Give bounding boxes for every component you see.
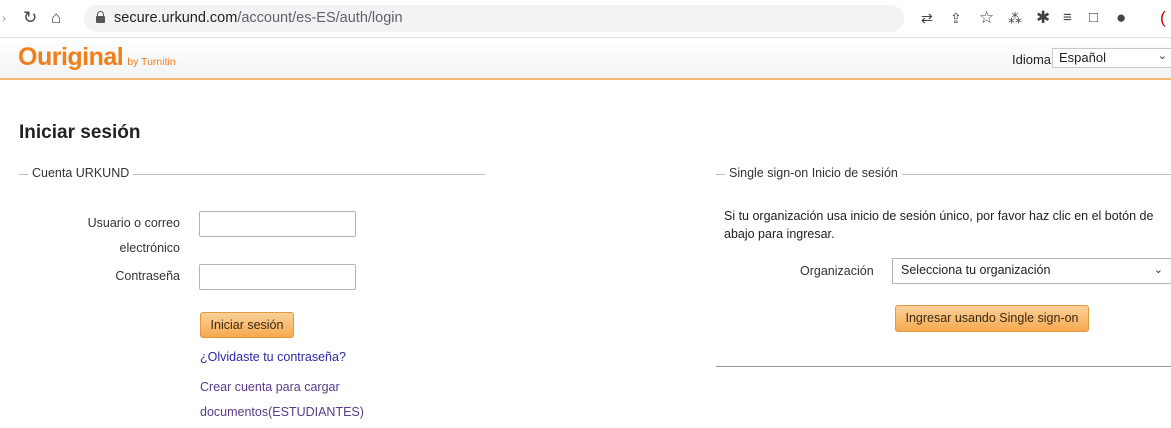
chevron-left-icon[interactable]: › (2, 9, 6, 27)
forgot-password-link[interactable]: ¿Olvidaste tu contraseña? (200, 350, 346, 364)
menu-icon[interactable]: ( (1160, 9, 1166, 27)
language-select[interactable]: Español ⌄ (1052, 48, 1171, 68)
browser-toolbar: › ↻ ⌂ secure.urkund.com/account/es-ES/au… (0, 0, 1171, 38)
translate-icon[interactable]: ⇄ (921, 9, 933, 27)
sso-legend: Single sign-on Inicio de sesión (725, 166, 902, 180)
lock-icon (96, 11, 105, 23)
reading-list-icon[interactable]: ≡ (1063, 9, 1072, 27)
language-label: Idioma (1012, 52, 1052, 67)
username-label-line2: electrónico (119, 241, 180, 255)
username-input[interactable] (199, 211, 356, 237)
password-input[interactable] (199, 264, 356, 290)
puzzle-icon[interactable]: ✱ (1036, 9, 1050, 27)
create-account-link-line2[interactable]: documentos(ESTUDIANTES) (200, 400, 364, 424)
reload-icon[interactable]: ↻ (23, 9, 37, 27)
organization-select[interactable]: Selecciona tu organización ⌄ (892, 258, 1171, 284)
sso-description: Si tu organización usa inicio de sesión … (724, 209, 1154, 241)
share-icon[interactable]: ⇪ (950, 9, 962, 27)
password-label: Contraseña (115, 269, 180, 283)
chevron-down-icon: ⌄ (1153, 264, 1163, 276)
url-text[interactable]: secure.urkund.com/account/es-ES/auth/log… (114, 10, 403, 26)
site-header: Ouriginal by Turnitin Idioma Español ⌄ (0, 38, 1171, 80)
star-icon[interactable]: ☆ (979, 9, 994, 27)
language-value: Español (1059, 50, 1106, 65)
address-bar[interactable]: secure.urkund.com/account/es-ES/auth/log… (84, 5, 904, 32)
chevron-down-icon: ⌄ (1157, 50, 1167, 62)
side-panel-icon[interactable]: □ (1089, 9, 1098, 27)
login-button[interactable]: Iniciar sesión (200, 312, 294, 338)
organization-label: Organización (800, 264, 874, 278)
username-label-line1: Usuario o correo (87, 216, 180, 230)
create-account-link-line1[interactable]: Crear cuenta para cargar (200, 375, 340, 399)
avatar-icon[interactable]: ● (1116, 9, 1126, 27)
sso-login-button[interactable]: Ingresar usando Single sign-on (895, 305, 1089, 332)
home-icon[interactable]: ⌂ (51, 9, 61, 27)
page-title: Iniciar sesión (19, 122, 141, 143)
extension-icon[interactable]: ⁂ (1008, 9, 1022, 27)
logo[interactable]: Ouriginal by Turnitin (18, 43, 176, 72)
sso-fieldset-bottom-border (716, 366, 1171, 367)
urkund-legend: Cuenta URKUND (28, 166, 134, 180)
organization-select-value: Selecciona tu organización (901, 263, 1051, 277)
